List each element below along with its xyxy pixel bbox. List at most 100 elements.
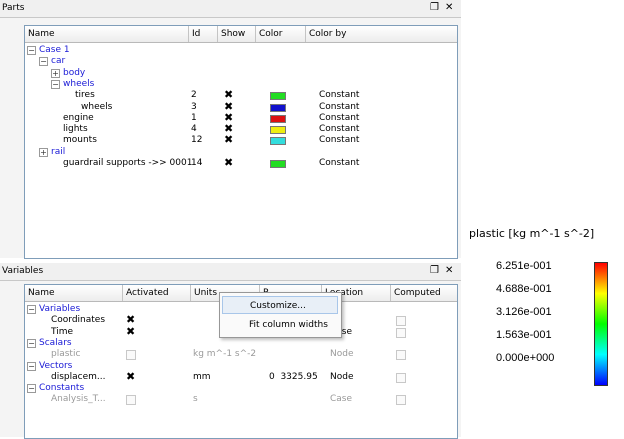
col-header-show[interactable]: Show (218, 26, 256, 42)
variables-panel-titlebar: Variables ❐ ✕ (0, 263, 461, 281)
col-header-color[interactable]: Color (256, 26, 306, 42)
part-row[interactable]: + rail (25, 146, 457, 158)
variable-name: Time (51, 326, 74, 337)
legend-label: 4.688e-001 (496, 283, 552, 295)
part-name: Case 1 (39, 45, 70, 55)
collapse-icon[interactable]: − (27, 338, 36, 348)
part-name: lights (63, 124, 88, 135)
collapse-icon[interactable]: − (51, 79, 60, 89)
col-header-computed[interactable]: Computed (391, 285, 457, 301)
legend-label: 3.126e-001 (496, 306, 552, 318)
variable-row[interactable]: Analysis_T... s Case (25, 393, 457, 406)
part-name: mounts (63, 135, 97, 146)
show-checkbox-checked[interactable]: ✖ (224, 134, 233, 146)
variable-units: kg m^-1 s^-2 (193, 349, 257, 360)
parts-panel: Parts ❐ ✕ Name Id Show Color Color by − C… (0, 0, 461, 259)
variable-row[interactable]: − Vectors (25, 360, 457, 372)
col-header-id[interactable]: Id (189, 26, 218, 42)
variable-name: Vectors (39, 360, 73, 371)
color-bar (594, 262, 608, 386)
variables-panel: Variables ❐ ✕ Name Activated Units R... … (0, 263, 461, 439)
expand-icon[interactable]: + (51, 68, 60, 78)
variable-name: Scalars (39, 337, 72, 348)
color-swatch[interactable] (270, 126, 286, 135)
part-row[interactable]: + body (25, 67, 457, 79)
legend-label-max: 6.251e-001 (496, 260, 552, 272)
part-id: 4 (191, 124, 197, 135)
part-row[interactable]: − Case 1 (25, 44, 457, 56)
parts-tree[interactable]: Name Id Show Color Color by − Case 1− car +… (24, 25, 458, 259)
variable-name: displacem... (51, 371, 106, 382)
collapse-icon[interactable]: − (27, 305, 36, 314)
variable-location: Node (330, 349, 354, 360)
color-swatch[interactable] (270, 92, 286, 101)
part-row[interactable]: guardrail supports ->> 0001 14 ✖ Constant (25, 157, 457, 169)
color-swatch[interactable] (270, 103, 286, 112)
part-id: 1 (191, 112, 197, 123)
variable-location: Case (330, 394, 353, 405)
color-by-value[interactable]: Constant (319, 112, 359, 124)
col-header-activated[interactable]: Activated (123, 285, 191, 301)
show-checkbox-checked[interactable]: ✖ (224, 157, 233, 169)
menu-item-fit-column-widths[interactable]: Fit column widths (222, 316, 338, 334)
part-name: guardrail supports ->> 0001 (63, 158, 193, 168)
variable-name: Analysis_T... (51, 394, 106, 405)
part-name: wheels (63, 78, 95, 89)
color-by-value[interactable]: Constant (319, 123, 359, 135)
part-row[interactable]: wheels 3 ✖ Constant (25, 100, 457, 113)
part-id: 2 (191, 90, 197, 101)
activated-checkbox[interactable] (126, 395, 136, 406)
close-icon[interactable]: ✕ (445, 265, 453, 276)
part-row[interactable]: engine 1 ✖ Constant (25, 111, 457, 124)
part-row[interactable]: − car (25, 55, 457, 67)
variable-row[interactable]: − Constants (25, 382, 457, 394)
variable-units: s (193, 394, 198, 405)
variable-name: Variables (39, 304, 81, 314)
part-name: engine (63, 112, 94, 123)
parts-panel-title: Parts (2, 3, 25, 13)
part-name: rail (51, 146, 66, 157)
parts-header: Name Id Show Color Color by (25, 26, 457, 43)
col-header-name[interactable]: Name (25, 285, 123, 301)
legend-label: 1.563e-001 (496, 329, 552, 341)
color-by-value[interactable]: Constant (319, 89, 359, 101)
color-by-value[interactable]: Constant (319, 134, 359, 146)
part-row[interactable]: tires 2 ✖ Constant (25, 89, 457, 101)
activated-checkbox-checked[interactable]: ✖ (126, 370, 135, 383)
computed-checkbox[interactable] (396, 395, 406, 406)
color-swatch[interactable] (270, 114, 286, 123)
part-row[interactable]: − wheels (25, 78, 457, 90)
restore-icon[interactable]: ❐ (430, 2, 439, 13)
variable-row[interactable]: displacem... ✖ mm 0 3325.95 Node (25, 370, 457, 383)
color-by-value[interactable]: Constant (319, 101, 359, 113)
collapse-icon[interactable]: − (27, 361, 36, 371)
column-context-menu: Customize... Fit column widths (219, 292, 342, 338)
part-id: 3 (191, 101, 197, 112)
variable-row[interactable]: plastic kg m^-1 s^-2 Node (25, 348, 457, 361)
restore-icon[interactable]: ❐ (430, 265, 439, 276)
expand-icon[interactable]: + (39, 147, 48, 157)
part-name: body (63, 67, 86, 78)
color-swatch[interactable] (270, 137, 286, 146)
collapse-icon[interactable]: − (39, 57, 48, 67)
variables-panel-title: Variables (2, 266, 44, 276)
variable-row[interactable]: − Scalars (25, 337, 457, 349)
collapse-icon[interactable]: − (27, 384, 36, 394)
part-name: car (51, 56, 66, 67)
color-by-value[interactable]: Constant (319, 157, 359, 169)
activated-checkbox-checked[interactable]: ✖ (126, 325, 135, 338)
collapse-icon[interactable]: − (27, 46, 36, 55)
close-icon[interactable]: ✕ (445, 2, 453, 13)
color-swatch[interactable] (270, 160, 286, 168)
part-id: 14 (191, 158, 203, 168)
part-row[interactable]: lights 4 ✖ Constant (25, 123, 457, 135)
col-header-color-by[interactable]: Color by (306, 26, 457, 42)
parts-panel-titlebar: Parts ❐ ✕ (0, 0, 461, 18)
legend-title: plastic [kg m^-1 s^-2] (469, 227, 595, 240)
part-name: wheels (81, 101, 113, 112)
col-header-name[interactable]: Name (25, 26, 189, 42)
variable-name: Coordinates (51, 315, 106, 326)
part-row[interactable]: mounts 12 ✖ Constant (25, 134, 457, 146)
variable-name: Constants (39, 383, 85, 394)
menu-item-customize[interactable]: Customize... (222, 296, 338, 314)
